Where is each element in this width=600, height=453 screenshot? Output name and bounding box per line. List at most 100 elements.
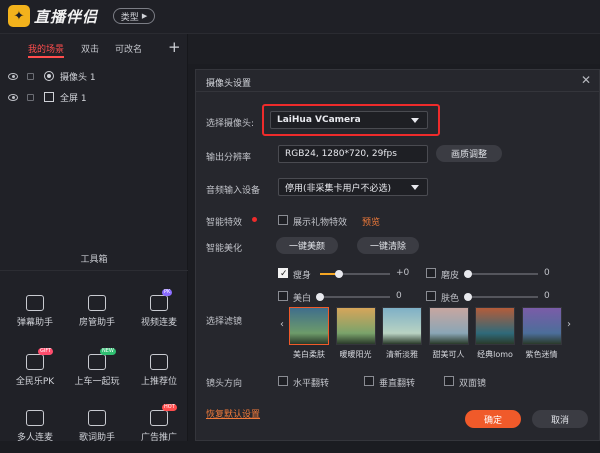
chevron-left-icon[interactable]: ‹ xyxy=(280,319,284,330)
slider-label: 瘦身 xyxy=(293,271,312,281)
room-manager-icon xyxy=(88,295,106,311)
filter-thumbnail[interactable] xyxy=(521,307,562,345)
mirror-label: 水平翻转 xyxy=(293,379,330,389)
lock-icon[interactable] xyxy=(27,72,34,80)
lens-direction-label: 镜头方向 xyxy=(206,379,243,389)
slider-checkbox[interactable] xyxy=(278,291,288,301)
slider-label: 美白 xyxy=(293,294,312,304)
top-bar: ✦ 直播伴侣 类型 ▶ xyxy=(0,0,600,34)
preview-link[interactable]: 预览 xyxy=(362,215,380,228)
slider-label: 肤色 xyxy=(441,294,460,304)
slider-knob[interactable] xyxy=(464,270,472,278)
ad-icon: HOT xyxy=(150,404,177,426)
tool-badge: HOT xyxy=(162,404,177,411)
filter-thumbnail[interactable] xyxy=(428,307,469,345)
camera-settings-dialog: 摄像头设置 ✕ 选择摄像头: LaiHua VCamera 输出分辨率 RGB2… xyxy=(195,69,600,441)
tool-pk[interactable]: GIFT 全民乐PK xyxy=(4,342,66,397)
slider-value: +0 xyxy=(396,268,410,278)
camera-select-value: LaiHua VCamera xyxy=(277,115,361,125)
mirror-label: 双面镜 xyxy=(459,379,487,389)
tool-multi-mic[interactable]: 多人连麦 xyxy=(4,398,66,453)
cancel-button[interactable]: 取消 xyxy=(532,410,588,428)
tool-badge: GIFT xyxy=(38,348,54,355)
camera-select[interactable]: LaiHua VCamera xyxy=(270,111,428,129)
restore-defaults-link[interactable]: 恢复默认设置 xyxy=(206,407,260,420)
eye-icon[interactable] xyxy=(8,72,18,80)
slider-checkbox[interactable] xyxy=(426,268,436,278)
video-mic-icon: PK xyxy=(150,289,173,311)
tool-video-mic[interactable]: PK 视频连麦 xyxy=(128,283,190,338)
chevron-down-icon xyxy=(411,118,419,123)
mirror-checkbox[interactable] xyxy=(364,376,374,386)
tab-rename[interactable]: 可改名 xyxy=(115,42,142,55)
quality-adjust-button[interactable]: 画质调整 xyxy=(436,145,502,162)
mirror-checkbox[interactable] xyxy=(444,376,454,386)
slider-track[interactable] xyxy=(468,273,538,275)
tab-my-scenes[interactable]: 我的场景 xyxy=(28,42,64,55)
red-dot-icon xyxy=(252,217,257,222)
one-key-beauty-button[interactable]: 一键美颜 xyxy=(276,237,338,254)
mirror-checkbox[interactable] xyxy=(278,376,288,386)
slider-checkbox[interactable] xyxy=(278,268,288,279)
tool-label: 上推荐位 xyxy=(140,377,177,387)
eye-icon[interactable] xyxy=(8,93,18,101)
tool-badge: PK xyxy=(162,289,173,296)
tool-danmaku[interactable]: 弹幕助手 xyxy=(4,283,66,338)
slider-knob[interactable] xyxy=(464,293,472,301)
smart-effects-label: 智能特效 xyxy=(206,218,243,228)
audio-input-select[interactable]: 停用(非采集卡用户不必选) xyxy=(278,178,428,196)
toolbox-divider xyxy=(0,270,188,271)
filter-thumbnail[interactable] xyxy=(382,307,422,345)
scene-item-camera[interactable]: 摄像头 1 xyxy=(0,66,188,86)
add-scene-icon[interactable]: + xyxy=(168,38,181,56)
scene-item-fullscreen[interactable]: 全屏 1 xyxy=(0,87,188,107)
tool-label: 广告推广 xyxy=(140,433,177,443)
preview-top-strip xyxy=(188,34,600,64)
filter-label: 选择滤镜 xyxy=(206,317,243,327)
type-button-label: 类型 xyxy=(120,12,139,23)
slider-checkbox[interactable] xyxy=(426,291,436,301)
dialog-title: 摄像头设置 xyxy=(206,79,252,89)
scene-item-label: 全屏 1 xyxy=(60,93,87,104)
filter-thumbnail[interactable] xyxy=(475,307,515,345)
app-logo-icon: ✦ xyxy=(8,5,30,27)
slider-value: 0 xyxy=(544,291,550,301)
ok-button[interactable]: 确定 xyxy=(465,410,521,428)
type-button[interactable]: 类型 ▶ xyxy=(113,8,155,24)
camera-source-icon xyxy=(44,71,54,81)
filter-thumbnail[interactable] xyxy=(289,307,329,345)
dialog-header: 摄像头设置 ✕ xyxy=(196,70,600,92)
toolbox-title: 工具箱 xyxy=(80,255,108,265)
chevron-down-icon xyxy=(411,185,419,190)
tool-car[interactable]: NEW 上车一起玩 xyxy=(66,342,128,397)
lock-icon[interactable] xyxy=(27,93,34,101)
slider-value: 0 xyxy=(544,268,550,278)
slider-knob[interactable] xyxy=(334,270,343,278)
close-icon[interactable]: ✕ xyxy=(581,73,591,87)
resolution-select[interactable]: RGB24, 1280*720, 29fps xyxy=(278,145,428,163)
resolution-value: RGB24, 1280*720, 29fps xyxy=(285,149,397,159)
tool-label: 歌词助手 xyxy=(78,433,115,443)
tool-label: 房管助手 xyxy=(78,318,115,328)
buff-icon xyxy=(150,354,168,370)
slider-track[interactable] xyxy=(468,296,538,298)
tool-ad[interactable]: HOT 广告推广 xyxy=(128,398,190,453)
smart-beauty-label: 智能美化 xyxy=(206,244,243,254)
play-icon: ▶ xyxy=(141,12,148,20)
resolution-label: 输出分辨率 xyxy=(206,153,252,163)
multi-mic-icon xyxy=(26,410,44,426)
tool-buff[interactable]: 上推荐位 xyxy=(128,342,190,397)
tool-lyrics[interactable]: 歌词助手 xyxy=(66,398,128,453)
mirror-label: 垂直翻转 xyxy=(379,379,416,389)
filter-thumbnail[interactable] xyxy=(335,307,376,345)
tab-double-click[interactable]: 双击 xyxy=(81,42,99,55)
show-gift-label: 展示礼物特效 xyxy=(293,218,348,228)
tool-room-manager[interactable]: 房管助手 xyxy=(66,283,128,338)
slider-track[interactable] xyxy=(320,296,390,298)
slider-value: 0 xyxy=(396,291,402,301)
tool-label: 上车一起玩 xyxy=(74,377,120,387)
show-gift-checkbox[interactable] xyxy=(278,215,288,225)
one-key-clear-button[interactable]: 一键清除 xyxy=(357,237,419,254)
chevron-right-icon[interactable]: › xyxy=(567,319,571,330)
slider-knob[interactable] xyxy=(316,293,324,301)
